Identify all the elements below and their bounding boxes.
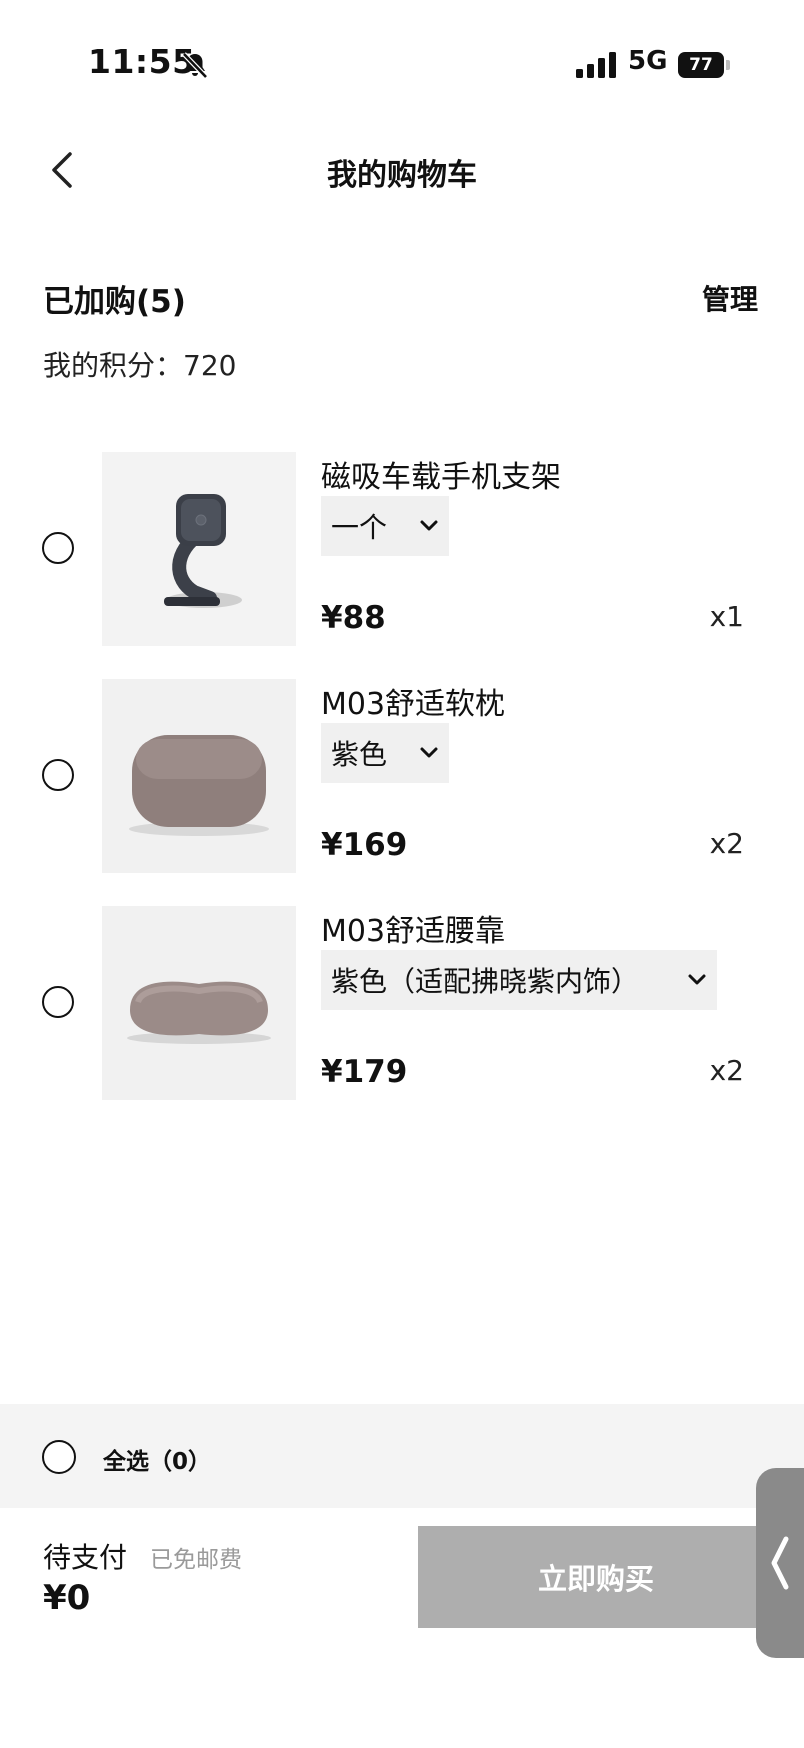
cart-item: M03舒适软枕 紫色 ¥169 x2 [0,679,804,875]
pillow-illustration [102,679,296,873]
item-name: 磁吸车载手机支架 [321,460,561,495]
side-drawer-handle[interactable] [756,1468,804,1658]
total-amount: ¥0 [43,1578,91,1618]
points-label: 我的积分： [43,349,184,382]
variant-label: 一个 [331,511,388,544]
chevron-down-icon [420,520,438,531]
bell-muted-icon [182,52,208,79]
manage-button[interactable]: 管理 [702,278,758,318]
chevron-down-icon [420,747,438,758]
item-select-radio[interactable] [42,759,74,791]
page-title: 我的购物车 [327,158,477,193]
variant-label: 紫色（适配拂晓紫内饰） [331,965,640,998]
select-all-radio[interactable] [42,1440,76,1474]
item-select-radio[interactable] [42,532,74,564]
cart-count-label: 已加购(5) [43,284,186,320]
item-price: ¥88 [321,600,386,636]
variant-selector[interactable]: 紫色（适配拂晓紫内饰） [321,950,717,1010]
item-name: M03舒适软枕 [321,687,506,722]
points-value: 720 [183,349,237,382]
item-quantity: x2 [709,1054,744,1087]
product-image[interactable] [102,679,296,873]
buy-now-button[interactable]: 立即购买 [418,1526,774,1628]
item-quantity: x2 [709,827,744,860]
chevron-left-icon [771,1536,789,1590]
item-name: M03舒适腰靠 [321,914,506,949]
item-price: ¥179 [321,1054,408,1090]
free-shipping-note: 已免邮费 [150,1547,242,1573]
product-image[interactable] [102,452,296,646]
chevron-down-icon [688,974,706,985]
phone-mount-illustration [102,452,296,646]
item-price: ¥169 [321,827,408,863]
points-row: 我的积分：720 [43,344,236,384]
variant-label: 紫色 [331,738,388,771]
cellular-signal-icon [576,52,616,78]
cart-item: M03舒适腰靠 紫色（适配拂晓紫内饰） ¥179 x2 [0,906,804,1102]
network-type: 5G [628,46,668,76]
item-quantity: x1 [709,600,744,633]
item-select-radio[interactable] [42,986,74,1018]
lumbar-pillow-illustration [102,906,296,1100]
select-all-label[interactable]: 全选（0） [103,1442,211,1476]
product-image[interactable] [102,906,296,1100]
pending-payment-label: 待支付 [43,1541,128,1574]
battery-level: 77 [678,52,724,78]
variant-selector[interactable]: 紫色 [321,723,449,783]
select-all-bar: 全选（0） [0,1404,804,1508]
cart-item: 磁吸车载手机支架 一个 ¥88 x1 [0,452,804,648]
variant-selector[interactable]: 一个 [321,496,449,556]
battery-icon: 77 [678,52,732,78]
